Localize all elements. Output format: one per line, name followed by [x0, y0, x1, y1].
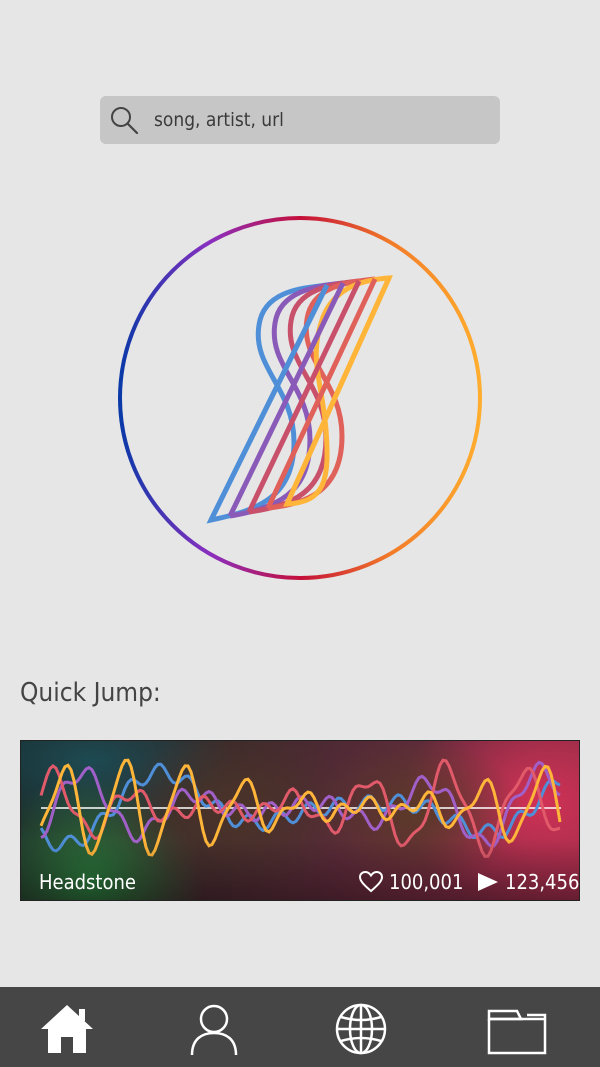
search-icon[interactable]	[108, 104, 140, 136]
bottom-nav	[0, 987, 600, 1067]
nav-explore-button[interactable]	[333, 1001, 389, 1057]
play-icon	[478, 873, 498, 891]
home-icon	[41, 1005, 93, 1053]
nav-home-button[interactable]	[39, 1001, 95, 1057]
user-icon	[190, 1004, 238, 1056]
spectrum-s-logo	[118, 216, 482, 580]
quick-jump-title: Quick Jump:	[20, 678, 161, 708]
folder-icon	[487, 1009, 547, 1055]
track-title: Headstone	[39, 870, 136, 894]
search-input[interactable]	[154, 96, 484, 144]
likes-value: 100,001	[389, 870, 464, 894]
nav-library-button[interactable]	[487, 1001, 547, 1057]
quick-jump-track-card[interactable]: Headstone 100,001 123,456	[20, 740, 580, 901]
heart-icon	[359, 871, 383, 893]
plays-value: 123,456	[505, 870, 580, 894]
globe-icon	[335, 1003, 387, 1055]
nav-profile-button[interactable]	[186, 1001, 242, 1057]
likes-count[interactable]: 100,001	[359, 870, 463, 894]
search-bar[interactable]	[100, 96, 500, 144]
plays-count[interactable]: 123,456	[477, 870, 579, 894]
